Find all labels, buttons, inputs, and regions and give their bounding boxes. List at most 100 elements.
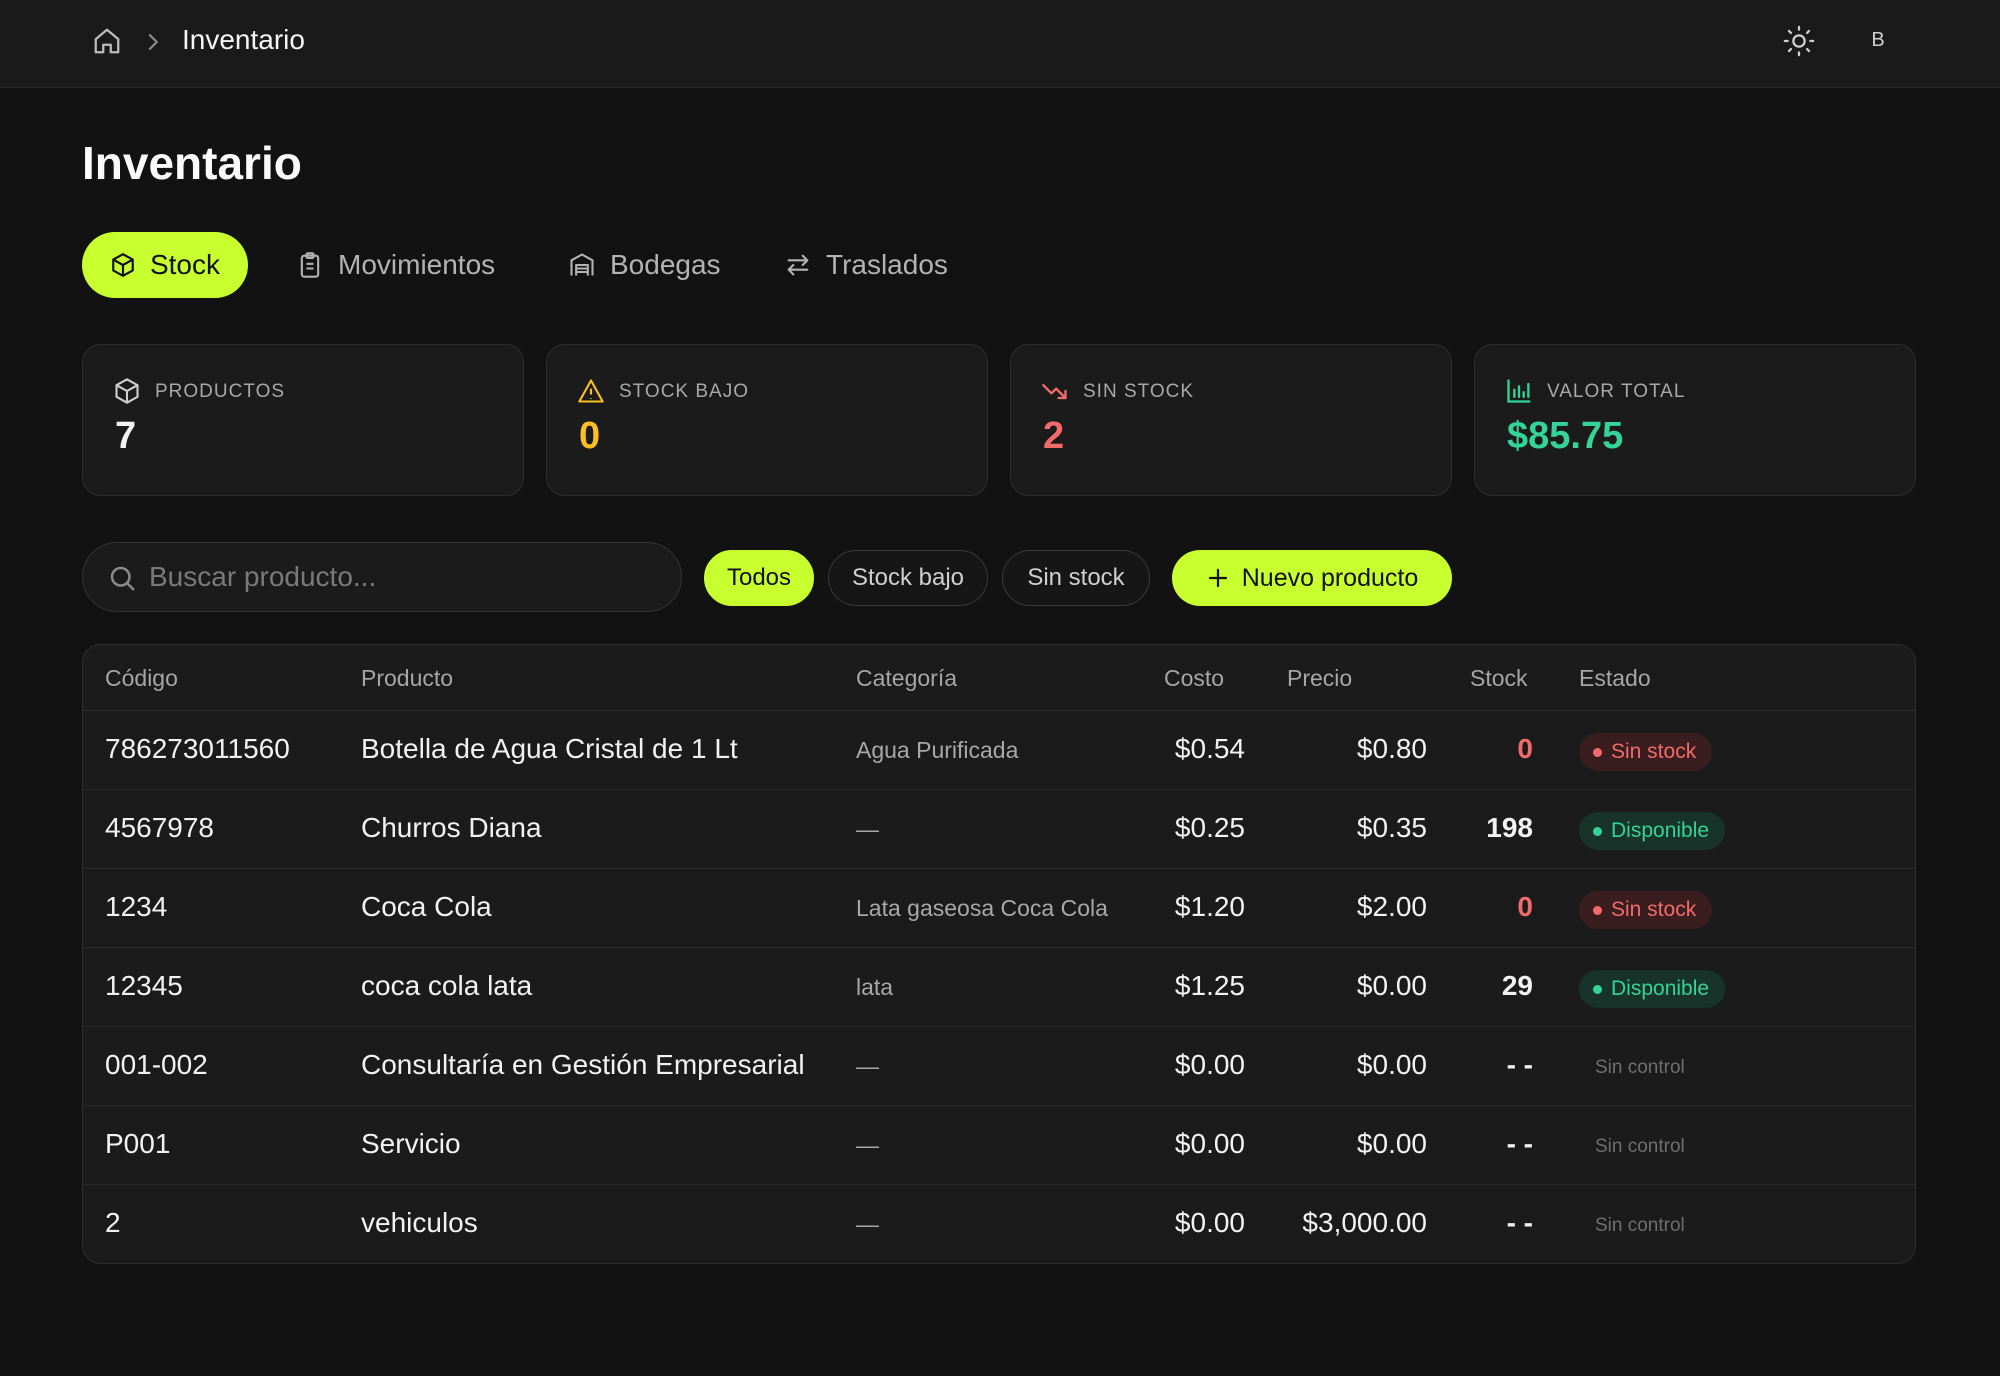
tab-label: Stock — [149, 249, 220, 280]
cell-precio: $0.00 — [1356, 1049, 1427, 1080]
tab-label: Movimientos — [338, 249, 496, 280]
col-stock[interactable]: Stock — [1470, 665, 1528, 692]
cell-stock: - - — [1506, 1207, 1533, 1238]
stat-value: 0 — [579, 415, 601, 457]
stat-label: SIN STOCK — [1083, 381, 1195, 402]
tab-label: Bodegas — [610, 249, 721, 280]
cell-codigo: 001-002 — [105, 1049, 208, 1080]
status-badge: Sin control — [1595, 1215, 1685, 1236]
cell-codigo: 786273011560 — [105, 733, 290, 764]
cell-costo: $0.00 — [1174, 1128, 1245, 1159]
filter-todos[interactable]: Todos — [704, 550, 814, 606]
cell-producto: Churros Diana — [361, 812, 542, 843]
cell-costo: $0.00 — [1174, 1207, 1245, 1238]
home-icon[interactable] — [92, 26, 122, 56]
col-costo[interactable]: Costo — [1164, 665, 1224, 692]
cell-producto: Servicio — [361, 1128, 461, 1159]
cell-producto: Coca Cola — [361, 891, 492, 922]
status-badge: Sin stock — [1579, 891, 1713, 929]
stat-label: PRODUCTOS — [155, 381, 286, 402]
cell-precio: $3,000.00 — [1302, 1207, 1427, 1238]
cell-categoria: lata — [856, 974, 894, 1000]
status-badge: Disponible — [1579, 970, 1726, 1008]
cell-precio: $0.35 — [1356, 812, 1427, 843]
cell-stock: 0 — [1517, 891, 1533, 922]
page-title: Inventario — [82, 137, 302, 189]
bar-chart-icon — [1507, 379, 1531, 403]
stat-value: 7 — [115, 415, 137, 457]
new-product-button[interactable]: Nuevo producto — [1172, 550, 1452, 606]
cell-codigo: P001 — [105, 1128, 171, 1159]
cell-categoria: Agua Purificada — [856, 737, 1019, 763]
filter-sin-stock[interactable]: Sin stock — [1002, 550, 1150, 606]
cell-costo: $1.20 — [1174, 891, 1245, 922]
col-producto[interactable]: Producto — [361, 665, 453, 692]
status-badge: Sin control — [1595, 1136, 1685, 1157]
tab-traslados[interactable]: Traslados — [756, 232, 976, 298]
cell-costo: $1.25 — [1174, 970, 1245, 1001]
tab-stock[interactable]: Stock — [82, 232, 248, 298]
cell-precio: $0.80 — [1356, 733, 1427, 764]
filter-stock-bajo[interactable]: Stock bajo — [828, 550, 988, 606]
stat-value: 2 — [1043, 415, 1065, 457]
search-icon — [110, 566, 135, 591]
table-row[interactable]: 12345 coca cola lata lata $1.25 $0.00 29 Dispo… — [83, 948, 1915, 1027]
cell-stock: 0 — [1517, 733, 1533, 764]
status-badge: Sin control — [1595, 1057, 1685, 1078]
top-bar: Inventario B — [0, 0, 2000, 88]
cell-precio: $0.00 — [1356, 1128, 1427, 1159]
cell-costo: $0.25 — [1174, 812, 1245, 843]
sun-icon[interactable] — [1782, 24, 1816, 58]
cell-categoria: Lata gaseosa Coca Cola — [856, 895, 1108, 921]
cell-codigo: 1234 — [105, 891, 168, 922]
stat-label: STOCK BAJO — [619, 381, 750, 402]
cell-precio: $2.00 — [1356, 891, 1427, 922]
cell-categoria: — — [856, 816, 879, 842]
table-row[interactable]: P001 Servicio — $0.00 $0.00 - - Sin control — [83, 1106, 1915, 1185]
cell-costo: $0.00 — [1174, 1049, 1245, 1080]
cell-codigo: 4567978 — [105, 812, 215, 843]
cell-producto: vehiculos — [361, 1207, 478, 1238]
cell-producto: Consultaría en Gestión Empresarial — [361, 1049, 805, 1080]
col-categoria[interactable]: Categoría — [856, 665, 957, 692]
cell-producto: coca cola lata — [361, 970, 533, 1001]
search-box — [82, 542, 682, 612]
cell-categoria: — — [856, 1053, 879, 1079]
tab-bodegas[interactable]: Bodegas — [540, 232, 749, 298]
cell-costo: $0.54 — [1174, 733, 1245, 764]
table-header: Código Producto Categoría Costo Precio S… — [83, 645, 1915, 711]
avatar[interactable]: B — [1858, 20, 1898, 60]
table-row[interactable]: 001-002 Consultaría en Gestión Empresaria… — [83, 1027, 1915, 1106]
transfer-arrows-icon — [787, 254, 809, 276]
chevron-right-icon — [148, 33, 159, 51]
table-row[interactable]: 1234 Coca Cola Lata gaseosa Coca Cola $1.20… — [83, 869, 1915, 948]
table-row[interactable]: 786273011560 Botella de Agua Cristal de 1… — [83, 711, 1915, 790]
stat-card-valor-total: VALOR TOTAL $85.75 — [1474, 344, 1916, 496]
inventory-table: Código Producto Categoría Costo Precio S… — [82, 644, 1916, 1264]
status-badge: Disponible — [1579, 812, 1726, 850]
new-product-label: Nuevo producto — [1241, 563, 1419, 592]
warning-icon — [578, 379, 604, 403]
cell-categoria: — — [856, 1132, 879, 1158]
cell-precio: $0.00 — [1356, 970, 1427, 1001]
status-badge: Sin stock — [1579, 733, 1713, 771]
tab-movimientos[interactable]: Movimientos — [268, 232, 523, 298]
col-codigo[interactable]: Código — [105, 665, 178, 692]
cell-codigo: 2 — [105, 1207, 121, 1238]
cell-producto: Botella de Agua Cristal de 1 Lt — [361, 733, 738, 764]
table-row[interactable]: 4567978 Churros Diana — $0.25 $0.35 198 Dispon… — [83, 790, 1915, 869]
col-estado[interactable]: Estado — [1579, 665, 1651, 692]
warehouse-icon — [570, 253, 594, 276]
cell-stock: - - — [1506, 1049, 1533, 1080]
cell-categoria: — — [856, 1211, 879, 1237]
stat-card-productos: PRODUCTOS 7 — [82, 344, 524, 496]
clipboard-icon — [300, 252, 320, 278]
stat-card-stock-bajo: STOCK BAJO 0 — [546, 344, 988, 496]
col-precio[interactable]: Precio — [1287, 665, 1352, 692]
cell-stock: 198 — [1486, 812, 1533, 843]
search-input[interactable] — [149, 551, 659, 603]
stat-value: $85.75 — [1507, 415, 1624, 457]
cell-stock: - - — [1506, 1128, 1533, 1159]
cell-stock: 29 — [1501, 970, 1533, 1001]
table-row[interactable]: 2 vehiculos — $0.00 $3,000.00 - - Sin control — [83, 1185, 1915, 1263]
